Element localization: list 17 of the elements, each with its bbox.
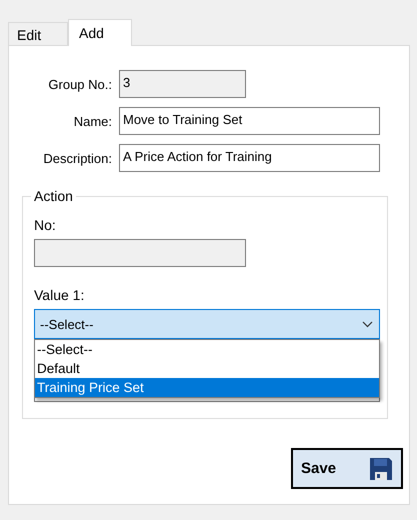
text-field[interactable]: Move to Training Set xyxy=(119,107,380,135)
dropdown[interactable]: --Select-- xyxy=(34,309,380,339)
save-button[interactable]: Save xyxy=(291,448,403,489)
chevron-down-icon xyxy=(362,320,373,328)
field-label: Description: xyxy=(42,150,113,166)
tab[interactable]: Edit xyxy=(8,22,68,45)
field-label: Value 1: xyxy=(34,287,84,303)
dropdown-option[interactable]: Training Price Set xyxy=(35,378,379,397)
dropdown-option[interactable]: Default xyxy=(35,359,379,378)
group-title: Action xyxy=(31,188,76,204)
dropdown-option[interactable]: --Select-- xyxy=(35,340,379,359)
text-field[interactable] xyxy=(34,239,246,267)
field-label: Group No.: xyxy=(47,76,113,92)
field-label: No: xyxy=(34,217,56,233)
text-field[interactable]: A Price Action for Training xyxy=(119,144,380,172)
field-label: Name: xyxy=(72,114,113,128)
tab[interactable]: Add xyxy=(68,19,132,46)
